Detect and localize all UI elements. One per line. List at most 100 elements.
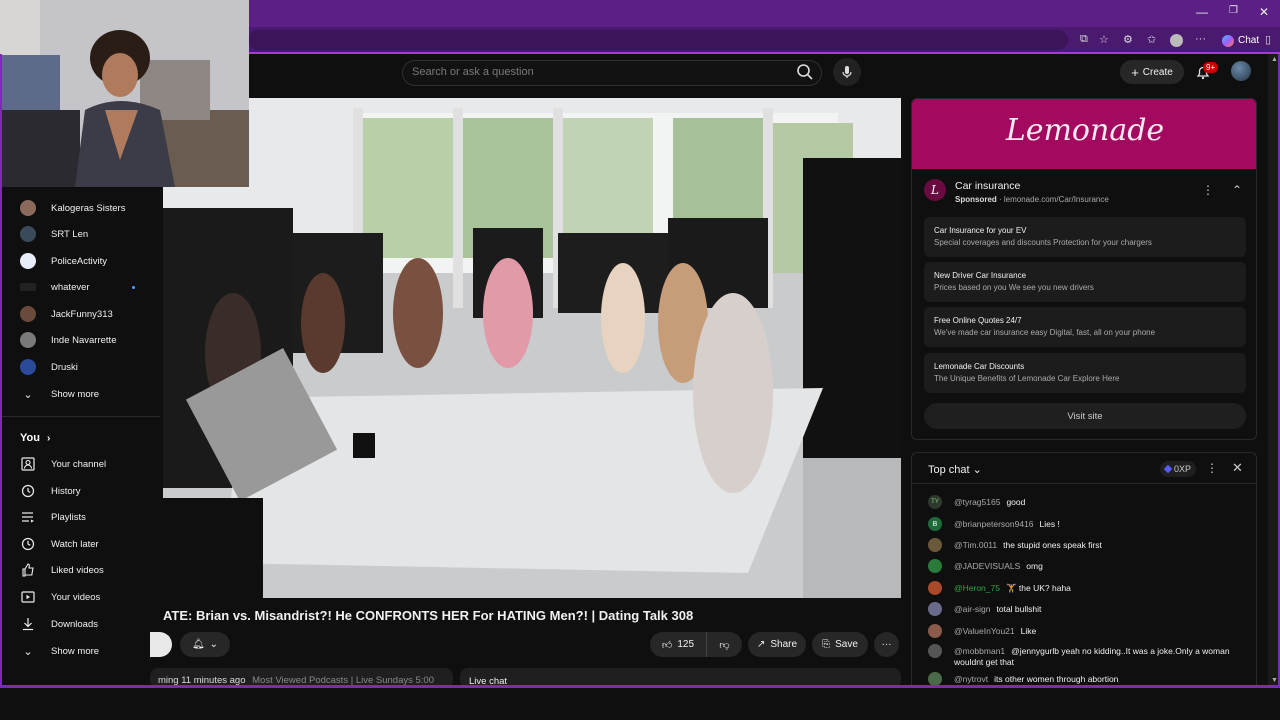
sidebar-item-downloads[interactable]: Downloads [2, 611, 160, 637]
ad-sitelink-card[interactable]: Free Online Quotes 24/7 We've made car i… [924, 307, 1246, 347]
sidebar-item-watch-later[interactable]: Watch later [2, 531, 160, 557]
copilot-chat-button[interactable]: Chat [1216, 31, 1265, 50]
sidebar-item-your-videos[interactable]: Your videos [2, 584, 160, 610]
subscription-srt-len[interactable]: SRT Len [2, 221, 160, 247]
ad-sponsored-line: Sponsored · lemonade.com/Car/Insurance [955, 195, 1109, 204]
close-chat-icon[interactable]: ✕ [1232, 460, 1243, 476]
user-avatar: B [928, 517, 942, 531]
share-button[interactable]: ↗ Share [748, 632, 806, 657]
clock-icon [20, 536, 36, 552]
channel-avatar [20, 226, 36, 242]
ad-sitelink-card[interactable]: New Driver Car Insurance Prices based on… [924, 262, 1246, 302]
address-bar[interactable] [248, 30, 1068, 50]
ad-more-vert-icon[interactable]: ⋮ [1202, 183, 1214, 197]
split-screen-icon[interactable]: ⧉ [1080, 33, 1088, 46]
live-chat-label: Live chat [469, 676, 508, 687]
live-indicator-dot [132, 285, 135, 289]
account-avatar[interactable] [1231, 61, 1251, 81]
chevron-right-icon: › [47, 433, 51, 444]
show-more-you[interactable]: ⌄ Show more [2, 638, 160, 664]
thumbs-up-icon: 👍︎ [661, 639, 673, 651]
chevron-down-icon: ⌄ [23, 645, 33, 658]
search-icon[interactable] [791, 58, 819, 86]
microphone-icon[interactable] [833, 58, 861, 86]
ad-title[interactable]: Car insurance [955, 180, 1020, 192]
restore-button[interactable]: ❐ [1229, 5, 1238, 16]
save-bookmark-icon: ⎘ [822, 639, 831, 650]
subscription-whatever[interactable]: whatever [2, 274, 160, 300]
save-button[interactable]: ⎘ Save [812, 632, 868, 657]
you-section-heading[interactable]: You › [20, 432, 50, 444]
ad-sitelink-card[interactable]: Lemonade Car Discounts The Unique Benefi… [924, 353, 1246, 393]
video-meta: ming 11 minutes ago Most Viewed Podcasts… [158, 675, 434, 686]
create-button[interactable]: + Create [1120, 60, 1184, 84]
scrollbar[interactable]: ▲ ▼ [1268, 54, 1280, 688]
lemonade-logo: Lemonade [1005, 113, 1165, 148]
sidebar-toggle-icon[interactable]: ▯ [1265, 33, 1271, 46]
divider [2, 416, 160, 417]
advertiser-badge: L [924, 179, 946, 201]
ad-banner[interactable]: Lemonade [912, 99, 1256, 169]
channel-avatar [20, 306, 36, 322]
play-box-icon [20, 589, 36, 605]
video-frame-image [163, 98, 901, 598]
sidebar-item-your-channel[interactable]: Your channel [2, 451, 160, 477]
chat-more-vert-icon[interactable]: ⋮ [1206, 461, 1218, 475]
subscription-kalogeras-sisters[interactable]: Kalogeras Sisters [2, 195, 160, 221]
user-avatar: TY [928, 495, 942, 509]
xp-badge[interactable]: 0XP [1160, 461, 1197, 477]
chevron-down-icon: ⌄ [209, 639, 219, 650]
webcam-image [0, 0, 249, 187]
chevron-down-icon: ⌄ [972, 464, 982, 476]
channel-avatar [20, 200, 36, 216]
sponsored-ad-panel: Lemonade L Car insurance Sponsored · lem… [911, 98, 1257, 440]
share-icon: ↗ [756, 639, 766, 650]
search-input[interactable]: Search or ask a question [412, 66, 534, 78]
notification-settings-button[interactable]: 🔔︎ ⌄ [180, 632, 230, 657]
close-window-button[interactable]: ✕ [1259, 5, 1269, 19]
playlists-icon [20, 509, 36, 525]
copilot-icon [1222, 34, 1234, 47]
user-avatar [928, 672, 942, 686]
visit-site-button[interactable]: Visit site [924, 403, 1246, 429]
more-horizontal-icon: ··· [881, 639, 892, 650]
live-chat-panel: Top chat ⌄ 0XP ⋮ ✕ TY @tyrag5165 good B @… [911, 452, 1257, 688]
webcam-overlay [0, 0, 249, 187]
person-icon [20, 456, 36, 472]
user-avatar [928, 624, 942, 638]
subscription-policeactivity[interactable]: PoliceActivity [2, 248, 160, 274]
like-button[interactable]: 👍︎ 125 [650, 632, 706, 657]
thumbs-down-icon: 👎︎ [719, 639, 730, 651]
collapse-chevron-up-icon[interactable]: ⌃ [1232, 183, 1242, 197]
ad-sitelink-card[interactable]: Car Insurance for your EV Special covera… [924, 217, 1246, 257]
plus-icon: + [1131, 64, 1139, 80]
minimize-button[interactable]: — [1196, 5, 1208, 19]
subscription-jackfunny313[interactable]: JackFunny313 [2, 301, 160, 327]
subscription-inde-navarrette[interactable]: Inde Navarrette [2, 327, 160, 353]
video-player[interactable] [163, 98, 901, 598]
guide-sidebar: Kalogeras Sisters SRT Len PoliceActivity… [2, 187, 160, 672]
live-chat-replay-box[interactable] [460, 668, 901, 688]
user-avatar [928, 538, 942, 552]
extensions-icon[interactable]: ⚙ [1123, 33, 1133, 46]
show-more-subscriptions[interactable]: ⌄ Show more [2, 381, 160, 407]
top-chat-dropdown[interactable]: Top chat ⌄ [928, 463, 982, 476]
more-actions-button[interactable]: ··· [874, 632, 899, 657]
subscription-druski[interactable]: Druski [2, 354, 160, 380]
sidebar-item-liked-videos[interactable]: Liked videos [2, 557, 160, 583]
user-avatar [928, 581, 942, 595]
favorite-star-icon[interactable]: ☆ [1099, 33, 1109, 46]
xp-diamond-icon [1163, 464, 1173, 474]
bell-icon: 🔔︎ [191, 639, 205, 650]
favorites-icon[interactable]: ✩ [1147, 33, 1156, 46]
sidebar-item-playlists[interactable]: Playlists [2, 504, 160, 530]
video-title: ATE: Brian vs. Misandrist?! He CONFRONTS… [163, 608, 694, 623]
more-menu-icon[interactable]: ··· [1195, 33, 1206, 45]
download-icon [20, 616, 36, 632]
user-avatar [928, 602, 942, 616]
dislike-button[interactable]: 👎︎ [706, 632, 742, 657]
sidebar-item-history[interactable]: History [2, 478, 160, 504]
divider [912, 483, 1256, 484]
profile-avatar[interactable] [1170, 34, 1183, 47]
notification-count-badge: 9+ [1203, 62, 1219, 73]
